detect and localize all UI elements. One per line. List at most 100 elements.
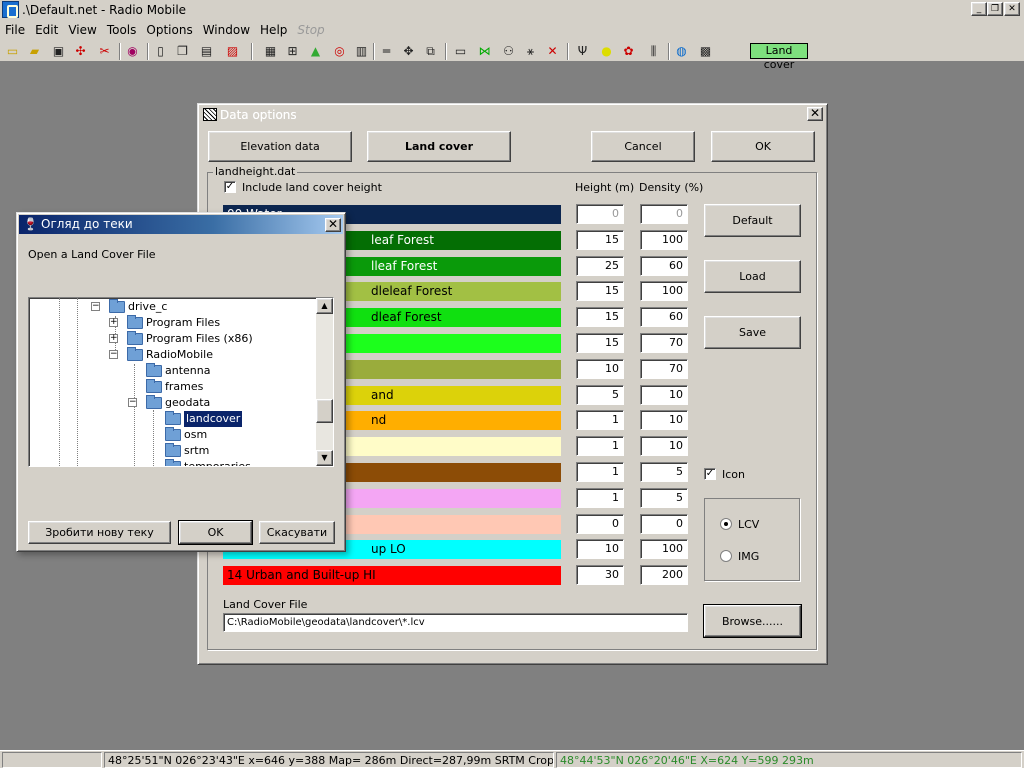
folder-tree[interactable]: − drive_c + Program Files + Program Files (x8… [28,297,334,467]
height-input[interactable]: 1 [576,410,624,431]
height-input[interactable]: 1 [576,436,624,457]
default-button[interactable]: Default [704,204,801,237]
tree-item-frames[interactable]: frames [146,379,203,395]
density-input[interactable]: 10 [640,436,688,457]
coverage-icon[interactable]: ⚹ [522,43,539,60]
tree-scrollbar[interactable]: ▲ ▼ [316,298,333,466]
ok-button[interactable]: OK [711,131,815,162]
land-cover-badge[interactable]: Land cover [750,43,808,71]
density-input[interactable]: 5 [640,462,688,482]
target-icon[interactable]: ◎ [331,43,348,60]
height-input[interactable]: 30 [576,565,624,586]
include-height-checkbox[interactable]: ✓ [224,181,236,193]
height-input[interactable]: 25 [576,255,624,276]
browse-button[interactable]: Browse...... [703,604,802,638]
img-radio[interactable] [720,550,732,562]
map-pattern-icon[interactable]: ▩ [697,43,714,60]
window-icon[interactable]: ▭ [452,43,469,60]
network-icon[interactable]: ⚇ [500,43,517,60]
pdf-icon[interactable]: ▨ [224,43,241,60]
height-input[interactable]: 1 [576,487,624,508]
density-input[interactable]: 100 [640,539,688,560]
density-input[interactable]: 100 [640,229,688,250]
height-input[interactable]: 1 [576,462,624,482]
bars-icon[interactable]: ⫼ [645,43,662,60]
tree-item-program-files-x86-[interactable]: Program Files (x86) [127,331,253,347]
antenna-icon[interactable]: Ψ [574,43,591,60]
collapse-icon[interactable]: − [128,398,137,407]
new-file-icon[interactable]: ▭ [4,43,21,60]
expand-icon[interactable]: + [109,334,118,343]
collapse-icon[interactable]: − [91,302,100,311]
menu-tools[interactable]: Tools [102,23,142,37]
tree-item-program-files[interactable]: Program Files [127,315,220,331]
land-cover-tab-button[interactable]: Land cover [367,131,511,162]
browse-cancel-button[interactable]: Скасувати [259,521,335,544]
land-cover-file-input[interactable]: C:\RadioMobile\geodata\landcover\*.lcv [223,613,688,632]
tree-item-geodata[interactable]: geodata [146,395,210,411]
tree-item-radiomobile[interactable]: RadioMobile [127,347,213,363]
height-input[interactable]: 10 [576,358,624,379]
height-input[interactable]: 5 [576,384,624,405]
elevation-data-button[interactable]: Elevation data [208,131,352,162]
clipboard-icon[interactable]: ▦ [262,43,279,60]
minimize-button[interactable]: _ [971,2,987,16]
density-input[interactable]: 0 [640,513,688,534]
close-browse-button[interactable]: ✕ [325,218,341,232]
save-map-icon[interactable]: ▤ [198,43,215,60]
menu-view[interactable]: View [63,23,101,37]
density-input[interactable]: 10 [640,384,688,405]
grid-icon[interactable]: ⊞ [284,43,301,60]
gradient-icon[interactable]: ▥ [353,43,370,60]
density-input[interactable]: 5 [640,487,688,508]
points-icon[interactable]: ✿ [620,43,637,60]
browse-ok-button[interactable]: OK [178,520,253,545]
globe-icon[interactable]: ◉ [124,43,141,60]
height-input[interactable]: 15 [576,307,624,328]
copy-icon[interactable]: ❐ [174,43,191,60]
world-icon[interactable]: ◍ [673,43,690,60]
menu-options[interactable]: Options [141,23,197,37]
tree-item-antenna[interactable]: antenna [146,363,210,379]
delete-link-icon[interactable]: ✕ [544,43,561,60]
new-folder-button[interactable]: Зробити нову теку [28,521,171,544]
height-input[interactable]: 15 [576,281,624,302]
land-cover-class-14[interactable]: 14 Urban and Built-up HI [223,566,561,586]
tree-item-osm[interactable]: osm [165,427,207,443]
close-dialog-button[interactable]: ✕ [807,107,823,121]
move-icon[interactable]: ✥ [400,43,417,60]
density-input[interactable]: 70 [640,333,688,353]
cancel-button[interactable]: Cancel [591,131,695,162]
copy-map-icon[interactable]: ▣ [50,43,67,60]
menu-help[interactable]: Help [255,23,292,37]
height-input[interactable]: 10 [576,539,624,560]
cross-arrow-icon[interactable]: ✣ [72,43,89,60]
density-input[interactable]: 0 [640,204,688,224]
scroll-down-arrow-icon[interactable]: ▼ [316,450,333,466]
density-input[interactable]: 100 [640,281,688,302]
page-icon[interactable]: ▯ [152,43,169,60]
radio-link-icon[interactable]: ⋈ [476,43,493,60]
height-input[interactable]: 15 [576,229,624,250]
expand-icon[interactable]: + [109,318,118,327]
density-input[interactable]: 60 [640,307,688,328]
scroll-up-arrow-icon[interactable]: ▲ [316,298,333,314]
density-input[interactable]: 60 [640,255,688,276]
density-input[interactable]: 70 [640,358,688,379]
ruler-icon[interactable]: ═ [378,43,395,60]
merge-icon[interactable]: ⧉ [422,43,439,60]
scroll-thumb[interactable] [316,399,333,423]
restore-button[interactable]: ❐ [987,2,1003,16]
menu-window[interactable]: Window [198,23,255,37]
tree-item-srtm[interactable]: srtm [165,443,209,459]
density-input[interactable]: 200 [640,565,688,586]
lcv-radio[interactable] [720,518,732,530]
height-input[interactable]: 15 [576,333,624,353]
open-folder-icon[interactable]: ▰ [26,43,43,60]
save-button[interactable]: Save [704,316,801,349]
density-input[interactable]: 10 [640,410,688,431]
height-input[interactable]: 0 [576,513,624,534]
tree-item-landcover[interactable]: landcover [165,411,243,427]
tree-item-drive-c[interactable]: drive_c [109,299,167,315]
menu-file[interactable]: File [0,23,30,37]
